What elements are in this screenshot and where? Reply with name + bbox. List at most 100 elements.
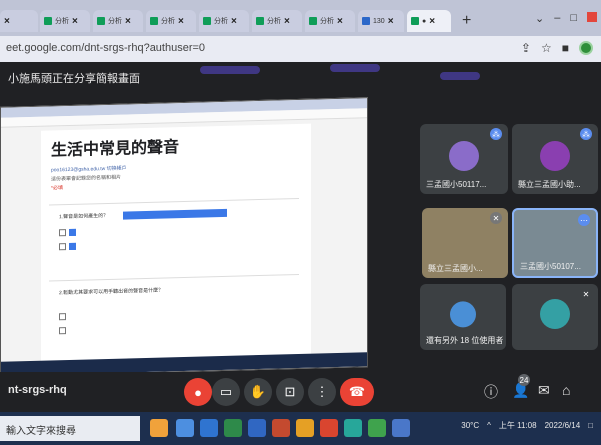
browser-tab[interactable]: 分析 × (199, 10, 249, 32)
sheets-icon (97, 17, 105, 25)
doc-icon (362, 17, 370, 25)
powerpoint-icon[interactable] (272, 419, 290, 437)
close-icon[interactable]: × (125, 16, 131, 27)
text-highlight (123, 208, 227, 220)
leave-call-button[interactable]: ☎ (340, 378, 374, 406)
mic-toggle-button[interactable]: ● (184, 378, 212, 406)
close-icon[interactable]: × (4, 16, 10, 27)
checkbox[interactable] (69, 228, 76, 237)
meeting-code: nt-srgs-rhq (8, 384, 67, 396)
browser-tab[interactable]: 分析 × (146, 10, 196, 32)
raise-hand-button[interactable]: ✋ (244, 378, 272, 406)
browser-tab-active[interactable]: ● × (407, 10, 451, 32)
maximize-icon[interactable]: □ (570, 12, 577, 25)
close-icon[interactable]: × (429, 16, 435, 27)
info-icon[interactable]: ⓘ (484, 382, 498, 402)
window-controls: ⌄ – □ (535, 12, 597, 25)
windows-taskbar: 輸入文字來搜尋 30°C ^ 上午 11:08 2022/6/14 □ (0, 412, 601, 445)
chevron-down-icon[interactable]: ⌄ (535, 12, 544, 25)
screen-glare (440, 72, 480, 80)
extension-icon[interactable]: ■ (562, 41, 569, 55)
new-tab-button[interactable]: + (462, 12, 471, 30)
taskbar-search-input[interactable]: 輸入文字來搜尋 (0, 416, 140, 441)
more-options-button[interactable]: ⋮ (308, 378, 336, 406)
question-text: 1.聲音是如何產生的？ (59, 212, 109, 221)
more-participants-tile[interactable]: 還有另外 18 位使用者 (420, 284, 506, 350)
minimize-icon[interactable]: – (554, 12, 560, 25)
share-icon[interactable]: ⇪ (521, 41, 531, 55)
avatar (540, 299, 570, 329)
participant-tile[interactable]: ⋯ 三孟國小50107... (512, 208, 598, 278)
close-icon[interactable]: × (72, 16, 78, 27)
checkbox[interactable] (59, 243, 66, 251)
notification-icon[interactable]: □ (588, 421, 593, 430)
task-view-icon[interactable] (176, 419, 194, 437)
more-options-icon[interactable]: ⋯ (578, 214, 590, 226)
meet-stage: 小施馬頭正在分享簡報畫面 生活中常見的聲音 poo16123@gsha.edu.… (0, 62, 601, 400)
browser-tab[interactable]: 130 × (358, 10, 404, 32)
close-icon[interactable]: × (337, 16, 343, 27)
close-icon[interactable]: × (388, 16, 394, 27)
system-tray: 30°C ^ 上午 11:08 2022/6/14 □ (461, 420, 593, 431)
app-icon[interactable] (344, 419, 362, 437)
form-question: 2.鬆動尤其要求可以用手聽出音的聲音是什麼？ (49, 273, 299, 351)
excel-icon[interactable] (224, 419, 242, 437)
checkbox[interactable] (59, 313, 66, 321)
close-window-icon[interactable] (587, 12, 597, 22)
checkbox[interactable] (59, 327, 66, 335)
meet-control-bar: nt-srgs-rhq ● ▭ ✋ ⊡ ⋮ ☎ ⓘ 👤 24 ✉ ⌂ (0, 372, 601, 412)
self-tile[interactable]: ✕ (512, 284, 598, 350)
camera-toggle-button[interactable]: ▭ (212, 378, 240, 406)
chat-icon[interactable]: ✉ (538, 382, 550, 399)
url-field[interactable]: eet.google.com/dnt-srgs-rhq?authuser=0 (6, 42, 205, 54)
sheets-icon (44, 17, 52, 25)
screen-glare (200, 66, 260, 74)
audio-indicator-icon: ⁂ (580, 128, 592, 140)
browser-tab[interactable]: 分析 × (305, 10, 355, 32)
weather-text: 30°C (461, 421, 480, 430)
tray-chevron-icon[interactable]: ^ (487, 421, 491, 430)
time-text: 上午 11:08 (498, 421, 537, 430)
sheets-icon (203, 17, 211, 25)
participant-tile[interactable]: ✕ 縣立三孟國小... (422, 208, 508, 278)
date-text: 2022/6/14 (544, 421, 581, 430)
participant-count-badge: 24 (518, 374, 530, 386)
close-icon[interactable]: × (231, 16, 237, 27)
google-form: 生活中常見的聲音 poo16123@gsha.edu.tw 切換帳戶 這份表單會… (41, 123, 311, 367)
shared-screen: 生活中常見的聲音 poo16123@gsha.edu.tw 切換帳戶 這份表單會… (0, 97, 368, 377)
close-icon[interactable]: × (178, 16, 184, 27)
profile-avatar-icon[interactable] (579, 41, 593, 55)
browser-tab[interactable]: × (0, 10, 38, 32)
widgets-icon[interactable] (150, 419, 168, 437)
participant-tile[interactable]: ⁂ 三孟國小50117... (420, 124, 508, 194)
browser-tab[interactable]: 分析 × (40, 10, 90, 32)
sheets-icon (256, 17, 264, 25)
word-icon[interactable] (248, 419, 266, 437)
question-text: 2.鬆動尤其要求可以用手聽出音的聲音是什麼？ (59, 287, 164, 297)
mic-muted-icon: ✕ (490, 212, 502, 224)
bookmark-star-icon[interactable]: ☆ (541, 41, 552, 55)
sheets-icon (309, 17, 317, 25)
avatar (540, 141, 570, 171)
browser-tab[interactable]: 分析 × (93, 10, 143, 32)
edge-icon[interactable] (200, 419, 218, 437)
form-question: 1.聲音是如何產生的？ (49, 197, 299, 261)
present-button[interactable]: ⊡ (276, 378, 304, 406)
chrome-icon[interactable] (320, 419, 338, 437)
avatar-stack (450, 301, 476, 328)
chrome-icon[interactable] (368, 419, 386, 437)
address-bar-icons: ⇪ ☆ ■ (521, 41, 593, 55)
activities-icon[interactable]: ⌂ (562, 382, 570, 398)
checkbox[interactable] (59, 229, 66, 237)
browser-tab-strip: × 分析 × 分析 × 分析 × 分析 × 分析 × 分析 × 130 × ● … (0, 0, 601, 36)
file-explorer-icon[interactable] (296, 419, 314, 437)
close-icon[interactable]: × (284, 16, 290, 27)
mic-muted-icon: ✕ (580, 288, 592, 300)
browser-tab[interactable]: 分析 × (252, 10, 302, 32)
checkbox[interactable] (69, 242, 76, 251)
sheets-icon (150, 17, 158, 25)
screen-glare (330, 64, 380, 72)
participant-tile[interactable]: ⁂ 縣立三孟國小助... (512, 124, 598, 194)
app-icon[interactable] (392, 419, 410, 437)
photo-of-screen: × 分析 × 分析 × 分析 × 分析 × 分析 × 分析 × 130 × ● … (0, 0, 601, 445)
